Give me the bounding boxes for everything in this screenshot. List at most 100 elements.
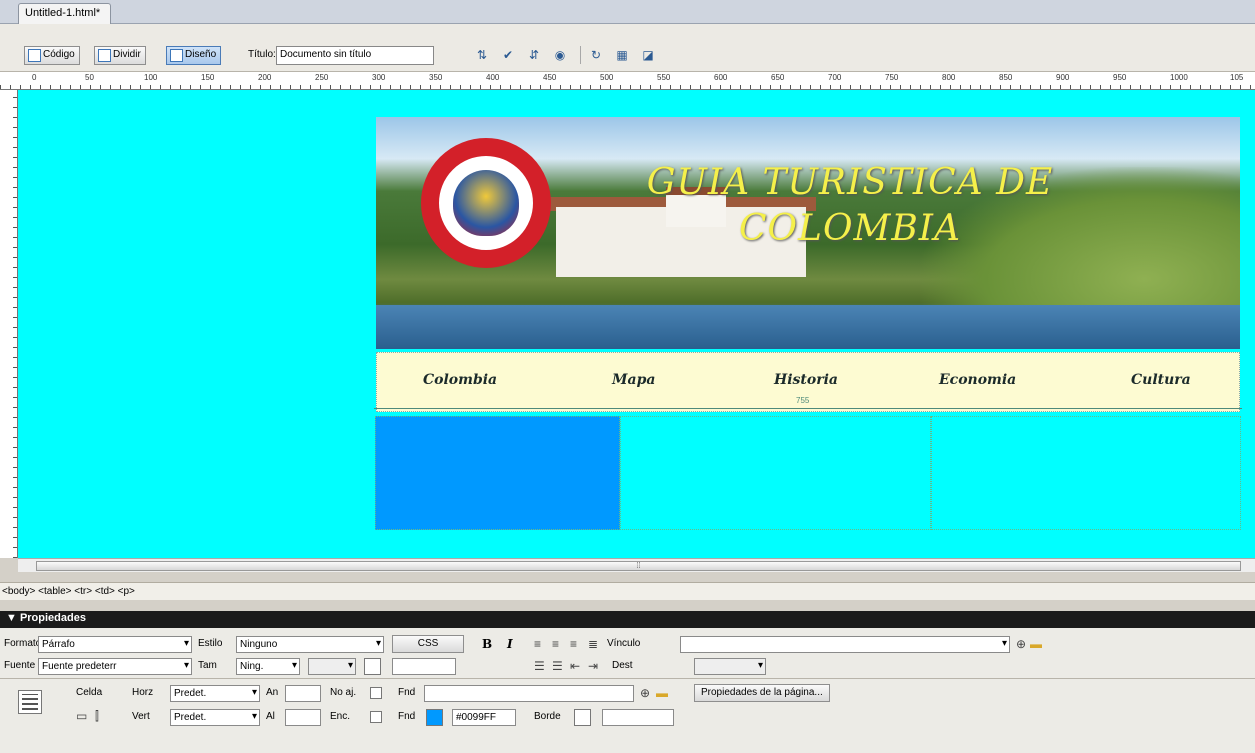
ruler-mark: 450 bbox=[543, 73, 557, 82]
horizontal-scrollbar[interactable]: ⁞⁞ bbox=[18, 558, 1255, 572]
visual-aids-icon[interactable]: ◪ bbox=[638, 46, 658, 64]
font-select[interactable]: Fuente predeterr bbox=[38, 658, 192, 675]
cell-height-input[interactable] bbox=[285, 709, 321, 726]
unordered-list-icon[interactable]: ☰ bbox=[534, 659, 545, 673]
properties-panel: Formato Párrafo Estilo Ninguno CSS B I ≡… bbox=[0, 628, 1255, 753]
ordered-list-icon[interactable]: ☰ bbox=[552, 659, 563, 673]
browser-preview-icon[interactable]: ◉ bbox=[550, 46, 570, 64]
target-select[interactable] bbox=[694, 658, 766, 675]
nav-link-economia[interactable]: Economia bbox=[939, 372, 1016, 388]
split-view-label: Dividir bbox=[113, 49, 141, 60]
css-button[interactable]: CSS bbox=[392, 635, 464, 653]
refresh-icon[interactable]: ↻ bbox=[586, 46, 606, 64]
style-select[interactable]: Ninguno bbox=[236, 636, 384, 653]
ruler-mark: 500 bbox=[600, 73, 614, 82]
document-tab-bar: Untitled-1.html* bbox=[0, 0, 1255, 24]
ruler-mark: 105 bbox=[1230, 73, 1244, 82]
header-cell-checkbox[interactable] bbox=[370, 711, 382, 723]
ruler-mark: 150 bbox=[201, 73, 215, 82]
table-width-label: 755 bbox=[794, 396, 812, 405]
ruler-mark: 950 bbox=[1113, 73, 1127, 82]
nowrap-checkbox[interactable] bbox=[370, 687, 382, 699]
view-options-icon[interactable]: ▦ bbox=[612, 46, 632, 64]
page-properties-button[interactable]: Propiedades de la página... bbox=[694, 684, 830, 702]
horz-align-select[interactable]: Predet. bbox=[170, 685, 260, 702]
border-color-picker[interactable] bbox=[574, 709, 591, 726]
ruler-mark: 200 bbox=[258, 73, 272, 82]
nav-link-colombia[interactable]: Colombia bbox=[423, 372, 497, 388]
banner-title-line-2: COLOMBIA bbox=[738, 208, 961, 249]
cell-width-input[interactable] bbox=[285, 685, 321, 702]
format-label: Formato bbox=[4, 638, 42, 649]
indent-icon[interactable]: ⇥ bbox=[588, 659, 598, 673]
point-to-file-icon[interactable]: ⊕ bbox=[640, 686, 650, 700]
text-color-picker[interactable] bbox=[364, 658, 381, 675]
height-label: Al bbox=[266, 711, 275, 722]
table-cell-selected[interactable] bbox=[375, 416, 620, 530]
point-to-file-icon[interactable]: ⊕ bbox=[1016, 637, 1026, 651]
ruler-mark: 350 bbox=[429, 73, 443, 82]
table-cell[interactable] bbox=[620, 416, 931, 530]
align-left-icon[interactable]: ≡ bbox=[534, 637, 541, 651]
table-width-line bbox=[374, 408, 1242, 409]
font-label: Fuente bbox=[4, 660, 36, 671]
vertical-ruler bbox=[0, 90, 18, 558]
ruler-mark: 850 bbox=[999, 73, 1013, 82]
banner-title-line-1: GUIA TURISTICA DE bbox=[646, 162, 1054, 203]
ruler-mark: 1000 bbox=[1170, 73, 1188, 82]
bg-color-picker[interactable] bbox=[426, 709, 443, 726]
scrollbar-thumb[interactable]: ⁞⁞ bbox=[36, 561, 1241, 571]
tag-selector[interactable]: <body> <table> <tr> <td> <p> bbox=[0, 582, 1255, 600]
document-toolbar: Código Dividir Diseño Título: Documento … bbox=[0, 24, 1255, 72]
nav-link-cultura[interactable]: Cultura bbox=[1131, 372, 1191, 388]
format-select[interactable]: Párrafo bbox=[38, 636, 192, 653]
nav-link-mapa[interactable]: Mapa bbox=[612, 372, 655, 388]
split-cell-icon[interactable]: ⫿ bbox=[95, 709, 99, 723]
properties-panel-header[interactable]: ▼ Propiedades bbox=[0, 611, 1255, 628]
nav-link-historia[interactable]: Historia bbox=[774, 372, 838, 388]
size-select[interactable]: Ning. bbox=[236, 658, 300, 675]
ruler-mark: 50 bbox=[85, 73, 94, 82]
text-color-input[interactable] bbox=[392, 658, 456, 675]
bold-button[interactable]: B bbox=[482, 637, 492, 651]
vert-label: Vert bbox=[132, 711, 150, 722]
ruler-mark: 900 bbox=[1056, 73, 1070, 82]
debug-icon[interactable]: ⇵ bbox=[524, 46, 544, 64]
vert-align-select[interactable]: Predet. bbox=[170, 709, 260, 726]
banner-title: GUIA TURISTICA DE COLOMBIA bbox=[590, 160, 1110, 252]
italic-button[interactable]: I bbox=[507, 637, 513, 651]
bg-color-label: Fnd bbox=[398, 711, 416, 722]
code-view-button[interactable]: Código bbox=[24, 46, 80, 65]
ruler-mark: 0 bbox=[32, 73, 37, 82]
style-label: Estilo bbox=[198, 638, 223, 649]
bg-image-input[interactable] bbox=[424, 685, 634, 702]
outdent-icon[interactable]: ⇤ bbox=[570, 659, 580, 673]
design-view-label: Diseño bbox=[185, 49, 217, 60]
browse-folder-icon[interactable]: ▬ bbox=[1030, 637, 1042, 651]
preview-icon[interactable]: ✔ bbox=[498, 46, 518, 64]
merge-cells-icon[interactable]: ▭ bbox=[76, 709, 87, 723]
file-management-icon[interactable]: ⇅ bbox=[472, 46, 492, 64]
horz-label: Horz bbox=[132, 687, 154, 698]
bg-color-input[interactable]: #0099FF bbox=[452, 709, 516, 726]
width-label: An bbox=[266, 687, 279, 698]
split-view-button[interactable]: Dividir bbox=[94, 46, 146, 65]
browse-folder-icon[interactable]: ▬ bbox=[656, 686, 668, 700]
border-color-input[interactable] bbox=[602, 709, 674, 726]
nowrap-label: No aj. bbox=[330, 687, 357, 698]
target-label: Dest bbox=[612, 660, 633, 671]
document-tab[interactable]: Untitled-1.html* bbox=[18, 3, 112, 24]
link-label: Vínculo bbox=[607, 638, 641, 649]
align-center-icon[interactable]: ≡ bbox=[552, 637, 559, 651]
table-width-indicator: 755 bbox=[374, 396, 1242, 414]
banner-lake bbox=[376, 305, 1240, 349]
align-right-icon[interactable]: ≡ bbox=[570, 637, 577, 651]
ruler-mark: 300 bbox=[372, 73, 386, 82]
ruler-mark: 550 bbox=[657, 73, 671, 82]
design-view-button[interactable]: Diseño bbox=[166, 46, 222, 65]
document-title-input[interactable]: Documento sin título bbox=[276, 46, 434, 65]
table-cell[interactable] bbox=[931, 416, 1241, 530]
align-justify-icon[interactable]: ≣ bbox=[588, 637, 598, 651]
ruler-mark: 600 bbox=[714, 73, 728, 82]
link-input[interactable] bbox=[680, 636, 1010, 653]
